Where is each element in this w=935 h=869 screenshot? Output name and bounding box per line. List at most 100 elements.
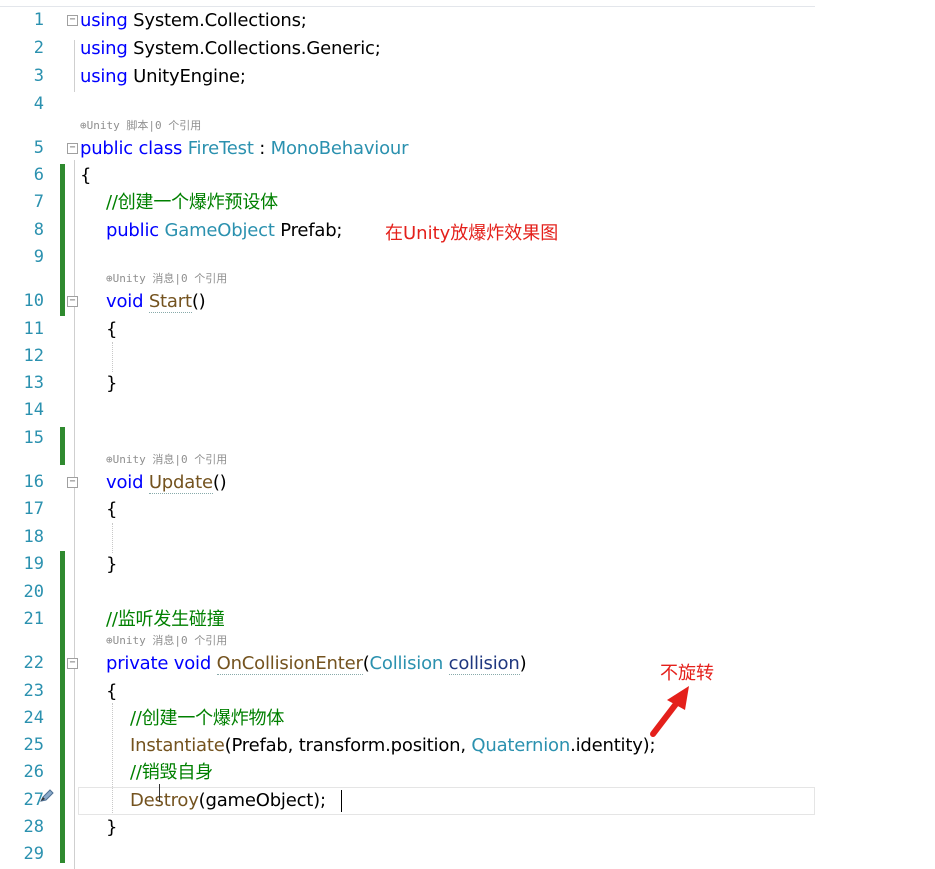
namespace: UnityEngine;	[127, 66, 246, 87]
prefab-annotation: 在Unity放爆炸效果图	[385, 223, 559, 244]
keyword: public	[106, 220, 159, 241]
comment: //创建一个爆炸预设体	[106, 192, 278, 213]
code-line[interactable]: public GameObject Prefab;	[106, 217, 343, 244]
code-line[interactable]: public class FireTest : MonoBehaviour	[80, 135, 409, 162]
comment: //创建一个爆炸物体	[130, 708, 285, 729]
namespace: System.Collections.Generic;	[127, 38, 381, 59]
line-number: 26	[23, 762, 44, 782]
collapse-icon[interactable]: −	[67, 143, 78, 154]
parameter-name: collision	[448, 653, 520, 675]
code-line[interactable]: //监听发生碰撞	[106, 606, 225, 633]
field-name: Prefab;	[274, 220, 343, 241]
line-number: 6	[33, 165, 44, 185]
code-line[interactable]: }	[106, 370, 117, 397]
line-number: 11	[23, 319, 44, 339]
punctuation: ()	[212, 472, 227, 493]
code-line[interactable]: void Start()	[106, 288, 206, 315]
line-number: 20	[23, 582, 44, 602]
namespace: System.Collections;	[127, 10, 307, 31]
code-line[interactable]: using UnityEngine;	[80, 63, 246, 90]
code-line[interactable]: }	[106, 814, 117, 841]
code-line[interactable]: {	[106, 678, 117, 705]
keyword: using	[80, 10, 128, 31]
change-indicator	[60, 164, 65, 316]
line-number: 14	[23, 400, 44, 420]
code-line[interactable]: private void OnCollisionEnter(Collision …	[106, 650, 527, 677]
line-number: 8	[33, 220, 44, 240]
type-name: GameObject	[158, 220, 275, 241]
keyword: void	[106, 472, 144, 493]
codelens-references[interactable]: ⊕Unity 脚本|0 个引用	[80, 119, 201, 133]
keyword: private	[106, 653, 169, 674]
line-number: 25	[23, 735, 44, 755]
line-number: 27	[23, 790, 44, 810]
punctuation: )	[519, 653, 527, 674]
codelens-references[interactable]: ⊕Unity 消息|0 个引用	[106, 272, 227, 286]
codelens-references[interactable]: ⊕Unity 消息|0 个引用	[106, 634, 227, 648]
outline-line	[74, 40, 75, 92]
line-number: 29	[23, 844, 44, 864]
line-number: 22	[23, 653, 44, 673]
keyword: public	[80, 138, 133, 159]
code-line[interactable]: void Update()	[106, 469, 227, 496]
arguments: (gameObject);	[198, 790, 326, 811]
line-number: 9	[33, 247, 44, 267]
code-line[interactable]: using System.Collections.Generic;	[80, 35, 381, 62]
punctuation: (	[362, 653, 370, 674]
keyword: using	[80, 66, 128, 87]
code-editor[interactable]: 1 2 3 4 5 6 7 8 9 10 11 12 13 14 15 16 1…	[0, 0, 815, 869]
indent-guide	[112, 523, 113, 553]
type-name: Quaternion	[471, 735, 571, 756]
codelens-references[interactable]: ⊕Unity 消息|0 个引用	[106, 453, 227, 467]
code-line[interactable]: {	[106, 496, 117, 523]
keyword: void	[106, 291, 144, 312]
comment: //监听发生碰撞	[106, 609, 225, 630]
outline-line	[74, 160, 75, 869]
line-number: 4	[33, 94, 44, 114]
method-name: Update	[148, 472, 213, 494]
method-name: OnCollisionEnter	[216, 653, 363, 675]
class-name: FireTest	[187, 138, 254, 159]
change-indicator	[60, 551, 65, 863]
line-number: 18	[23, 527, 44, 547]
code-line[interactable]: Instantiate(Prefab, transform.position, …	[130, 732, 656, 759]
collapse-icon[interactable]: −	[67, 477, 78, 488]
change-indicator	[60, 427, 65, 465]
line-number: 13	[23, 373, 44, 393]
line-number: 28	[23, 817, 44, 837]
rotation-annotation: 不旋转	[660, 663, 714, 684]
line-number: 16	[23, 472, 44, 492]
line-number: 2	[33, 38, 44, 58]
collapse-icon[interactable]: −	[67, 15, 78, 26]
line-number: 1	[33, 10, 44, 30]
code-line[interactable]: }	[106, 551, 117, 578]
base-class: MonoBehaviour	[270, 138, 409, 159]
type-name: Collision	[369, 653, 444, 674]
code-line[interactable]: {	[106, 316, 117, 343]
mouse-ibeam-cursor	[159, 784, 160, 802]
code-line[interactable]: //创建一个爆炸预设体	[106, 189, 278, 216]
line-number: 3	[33, 66, 44, 86]
collapse-icon[interactable]: −	[67, 296, 78, 307]
line-number: 7	[33, 192, 44, 212]
line-number: 5	[33, 138, 44, 158]
keyword: class	[132, 138, 188, 159]
comment: //销毁自身	[130, 762, 213, 783]
line-number: 23	[23, 681, 44, 701]
line-number: 15	[23, 428, 44, 448]
arguments: (Prefab, transform.position,	[224, 735, 472, 756]
line-number: 19	[23, 554, 44, 574]
indent-guide	[112, 342, 113, 372]
member-access: .identity);	[570, 735, 656, 756]
line-number: 10	[23, 291, 44, 311]
punctuation: ()	[191, 291, 206, 312]
code-line[interactable]: //销毁自身	[130, 759, 213, 786]
code-line[interactable]: //创建一个爆炸物体	[130, 705, 284, 732]
method-call: Destroy	[130, 790, 199, 811]
code-line[interactable]: {	[80, 162, 91, 189]
line-number: 12	[23, 346, 44, 366]
keyword: void	[168, 653, 212, 674]
collapse-icon[interactable]: −	[67, 658, 78, 669]
code-line[interactable]: using System.Collections;	[80, 7, 307, 34]
method-name: Start	[148, 291, 192, 313]
